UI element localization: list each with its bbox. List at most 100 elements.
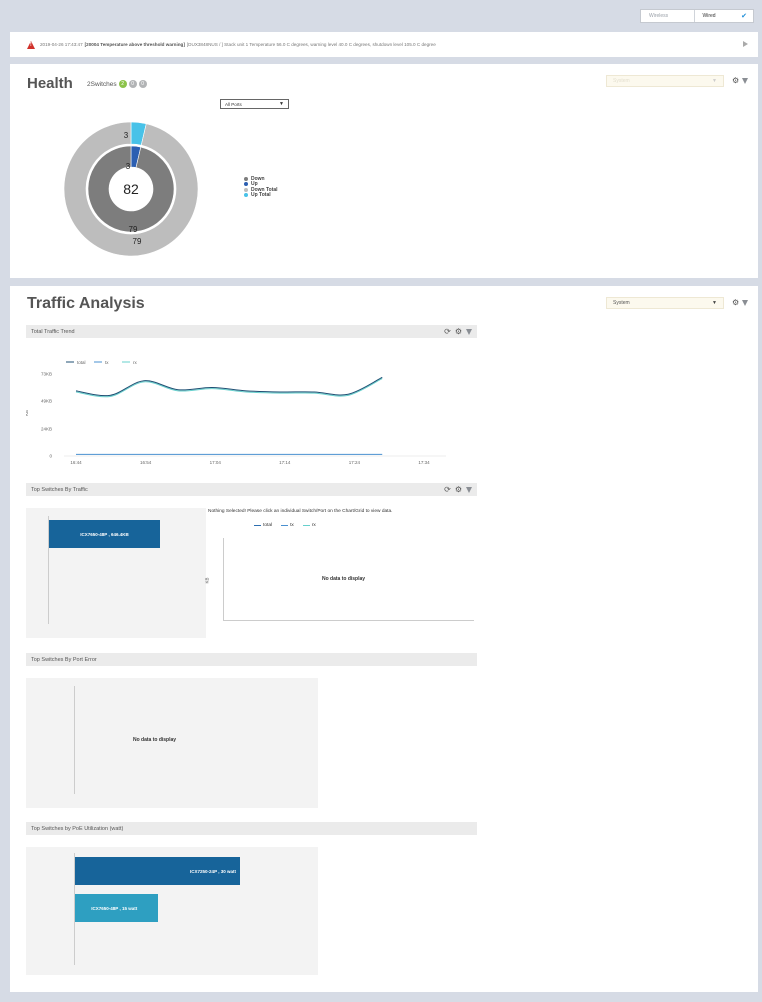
gear-icon[interactable]: ⚙ [732,77,739,85]
x-tick-label: 17:04 [210,460,222,465]
total-traffic-trend-chart: total tx rx 73KB 49KB 24KB 0 16:44 16:54 17:04 1… [26,360,446,465]
top-by-port-error-header: Top Switches By Port Error [26,653,477,666]
filter-icon[interactable] [742,300,749,306]
health-title: Health [27,75,73,92]
y-axis [74,686,75,794]
series-line-total[interactable] [75,376,383,397]
port-select[interactable]: All Ports ▼ [220,99,289,109]
mode-toggle[interactable]: Wireless Wired ✔ [640,9,754,23]
detail-legend: total tx rx [254,523,316,528]
traffic-system-select-value: System [613,300,630,306]
x-tick-label: 16:44 [70,460,82,465]
health-system-select[interactable]: System ▼ [606,75,724,87]
switch-count-label: 2Switches [87,80,117,88]
section-title: Total Traffic Trend [31,328,75,335]
x-tick-label: 17:24 [349,460,361,465]
refresh-icon[interactable]: ⟳ [444,327,451,336]
y-tick-label: 24KB [41,427,52,432]
poe-bar[interactable]: ICX7250-24P , 30 watt [75,857,240,885]
health-donut-chart: 82 3 3 79 79 [63,121,199,257]
traffic-system-select[interactable]: System ▼ [606,297,724,309]
online-count-badge: 2 [118,80,127,88]
y-tick-label: 73KB [41,372,52,377]
y-tick-label: 49KB [41,398,52,403]
offline-count-badge: 0 [128,80,137,88]
legend-swatch [281,525,289,526]
donut-label-up: 3 [126,162,131,171]
chevron-down-icon: ▼ [712,78,717,84]
nothing-selected-message: Nothing Selected! Please click an indivi… [208,509,393,514]
bar-label: ICX7250-24P , 30 watt [190,868,236,874]
legend-rx[interactable]: rx [302,523,316,528]
refresh-icon[interactable]: ⟳ [444,485,451,494]
other-count-badge: 0 [138,80,147,88]
x-tick-label: 17:34 [418,460,430,465]
poe-bar[interactable]: ICX7650-48P , 15 watt [75,894,158,922]
section-title: Top Switches by PoE Utilization (watt) [31,825,124,832]
no-data-message: No data to display [322,576,366,582]
section-tools: ⟳ ⚙ [444,327,472,336]
alert-timestamp: 2019-04-26 17:43:47 [40,42,83,47]
alert-message: [DUX3848NUS / ] Stack unit 1 Temperature… [186,42,436,47]
legend-label-tx[interactable]: tx [105,360,109,365]
filter-icon[interactable] [466,328,472,335]
x-tick-label: 16:54 [140,460,152,465]
legend-dot [244,187,248,192]
health-system-select-value: System [613,78,630,84]
no-data-message: No data to display [133,737,177,743]
wired-label: Wired [702,13,716,19]
legend-swatch [254,525,261,526]
donut-label-up-total: 3 [124,131,129,140]
section-title: Top Switches By Traffic [31,486,88,493]
top-by-poe-chart: ICX7250-24P , 30 watt ICX7650-48P , 15 wa… [26,847,318,975]
legend-label: Up Total [251,192,271,199]
legend-tx[interactable]: tx [281,523,294,528]
filter-icon[interactable] [742,78,749,84]
x-tick-label: 17:14 [279,460,291,465]
donut-label-down-total: 79 [133,237,142,246]
alert-title: [20004 Temperature above threshold warni… [84,42,185,47]
filter-icon[interactable] [466,486,472,493]
legend-label: rx [311,523,316,528]
legend-dot [244,193,248,198]
play-icon[interactable] [743,41,748,47]
port-select-value: All Ports [225,101,242,107]
detail-x-axis [223,620,474,621]
legend-total[interactable]: total [254,523,272,528]
section-title: Top Switches By Port Error [31,656,97,663]
health-tools: ⚙ [732,77,749,85]
donut-center-value: 82 [123,181,139,197]
legend-swatch [302,525,310,526]
traffic-bar[interactable]: ICX7650-48P , 646.4KB [49,520,160,548]
section-tools: ⟳ ⚙ [444,485,472,494]
switch-count[interactable]: 2Switches 2 0 0 [87,80,147,88]
legend-label: tx [290,523,294,528]
traffic-title: Traffic Analysis [27,295,145,312]
legend-label-rx[interactable]: rx [133,360,137,365]
warning-icon [27,40,35,49]
top-by-traffic-header: Top Switches By Traffic ⟳ ⚙ [26,483,477,496]
bar-label: ICX7650-48P , 15 watt [91,905,138,911]
bar-label: ICX7650-48P , 646.4KB [80,531,129,537]
top-by-port-error-chart: No data to display [26,678,318,808]
chevron-down-icon: ▼ [279,101,284,107]
total-traffic-trend-header: Total Traffic Trend ⟳ ⚙ [26,325,477,338]
gear-icon[interactable]: ⚙ [455,485,462,494]
gear-icon[interactable]: ⚙ [732,299,739,307]
legend-dot [244,182,248,187]
wired-toggle[interactable]: Wired ✔ [693,10,754,22]
series-line-rx[interactable] [75,378,383,398]
alert-bar[interactable]: 2019-04-26 17:43:47 [20004 Temperature a… [10,32,758,57]
legend-label-total[interactable]: total [77,360,86,365]
health-legend: Down Up Down Total Up Total [244,176,278,198]
detail-y-label: KB [204,577,210,584]
gear-icon[interactable]: ⚙ [455,327,462,336]
chevron-down-icon: ▼ [712,300,717,306]
donut-label-down: 79 [129,225,138,234]
top-by-poe-header: Top Switches by PoE Utilization (watt) [26,822,477,835]
legend-label: total [263,523,273,528]
wireless-toggle[interactable]: Wireless [641,10,694,22]
y-tick-label: 0 [49,454,52,459]
traffic-tools: ⚙ [732,299,749,307]
legend-up-total[interactable]: Up Total [244,192,278,199]
